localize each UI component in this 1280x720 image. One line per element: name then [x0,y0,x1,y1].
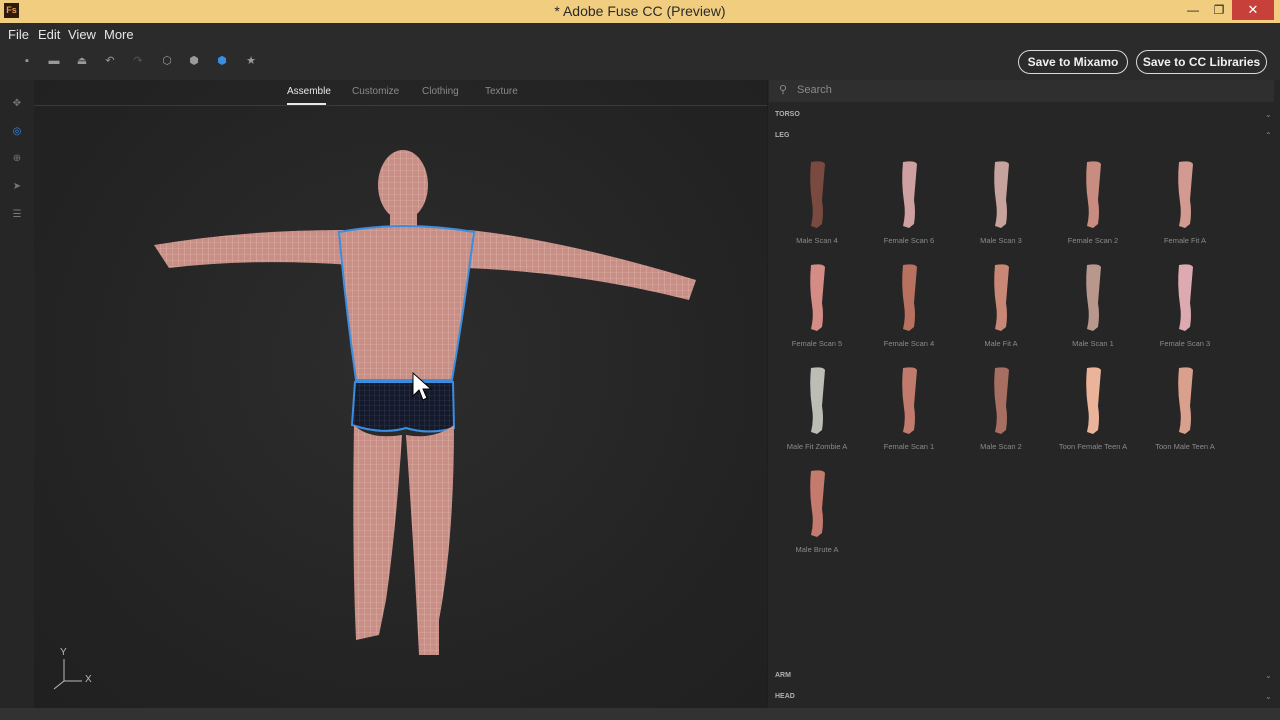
open-icon[interactable]: ▬ [47,54,61,68]
menu-edit[interactable]: Edit [38,27,60,42]
leg-item-label: Male Brute A [795,545,839,554]
leg-item-label: Male Fit A [984,339,1018,348]
leg-item-label: Female Scan 4 [883,339,935,348]
star-icon[interactable]: ★ [244,54,258,68]
leg-item[interactable]: Male Scan 1 [1048,261,1138,361]
leg-thumbnail [1178,367,1193,434]
tab-clothing[interactable]: Clothing [422,86,459,97]
search-bar[interactable]: ⚲ Search [769,80,1274,102]
align-icon[interactable]: ☰ [11,209,23,221]
tab-customize[interactable]: Customize [352,86,399,97]
undo-icon[interactable]: ↶ [103,54,117,68]
section-head[interactable]: HEAD [775,693,795,700]
leg-item[interactable]: Female Scan 4 [864,261,954,361]
close-button[interactable]: ✕ [1232,0,1274,20]
chevron-up-icon[interactable]: ⌃ [1265,131,1272,140]
leg-item-label: Toon Male Teen A [1155,442,1215,451]
menu-bar: File Edit View More [0,23,1280,46]
leg-thumbnail [810,470,825,537]
3d-viewport[interactable] [34,80,767,708]
leg-thumbnail [994,161,1009,228]
character-model [154,150,696,655]
search-input[interactable]: Search [797,84,832,96]
menu-file[interactable]: File [8,27,29,42]
leg-thumbnail [1086,264,1101,331]
search-icon: ⚲ [779,84,788,96]
title-bar: Fs * Adobe Fuse CC (Preview) — ❐ ✕ [0,0,1280,23]
export-icon[interactable]: ⏏ [75,54,89,68]
section-leg[interactable]: LEG [775,132,789,139]
leg-item[interactable]: Male Fit Zombie A [772,364,862,464]
cube-wire-icon[interactable]: ⬡ [160,54,174,68]
chevron-down-icon[interactable]: ⌄ [1265,110,1272,119]
leg-thumbnail [902,161,917,228]
section-arm[interactable]: ARM [775,672,791,679]
new-icon[interactable]: ▪ [20,54,34,68]
leg-thumbnail [902,264,917,331]
mode-tabs: Assemble Customize Clothing Texture [34,80,767,106]
leg-item-label: Female Scan 5 [791,339,843,348]
leg-item-label: Male Scan 3 [980,236,1022,245]
leg-thumbnail [902,367,917,434]
cube-active-icon[interactable]: ⬢ [215,54,229,68]
chevron-down-icon[interactable]: ⌄ [1265,692,1272,701]
leg-item-label: Male Scan 1 [1072,339,1114,348]
leg-item-label: Female Fit A [1163,236,1207,245]
mouse-cursor [412,372,432,401]
leg-thumbnail [994,367,1009,434]
menu-view[interactable]: View [68,27,96,42]
status-bar [0,708,1280,720]
leg-item[interactable]: Male Scan 3 [956,158,1046,258]
leg-thumbnail [1086,367,1101,434]
minimize-button[interactable]: — [1180,0,1206,20]
leg-item-label: Female Scan 3 [1159,339,1211,348]
leg-item[interactable]: Male Fit A [956,261,1046,361]
tab-texture[interactable]: Texture [485,86,518,97]
leg-thumbnail [1178,264,1193,331]
leg-item-label: Male Fit Zombie A [786,442,848,451]
move-icon[interactable]: ✥ [11,98,23,110]
save-to-cc-libraries-button[interactable]: Save to CC Libraries [1136,50,1267,74]
active-tab-underline [287,103,326,105]
left-tool-strip: ✥ ◎ ⊕ ➤ ☰ [0,80,34,708]
leg-item[interactable]: Female Scan 5 [772,261,862,361]
cube-solid-icon[interactable]: ⬢ [187,54,201,68]
leg-item[interactable]: Toon Female Teen A [1048,364,1138,464]
leg-item-label: Female Scan 6 [883,236,935,245]
target-icon[interactable]: ⊕ [11,153,23,165]
leg-item-label: Female Scan 2 [1067,236,1119,245]
leg-item[interactable]: Female Scan 2 [1048,158,1138,258]
leg-item[interactable]: Male Scan 4 [772,158,862,258]
leg-thumbnail [1178,161,1193,228]
leg-thumbnail [810,161,825,228]
tab-assemble[interactable]: Assemble [287,86,331,97]
leg-thumbnail [810,367,825,434]
leg-item-label: Toon Female Teen A [1058,442,1128,451]
redo-icon[interactable]: ↷ [131,54,145,68]
leg-item[interactable]: Male Scan 2 [956,364,1046,464]
leg-item[interactable]: Toon Male Teen A [1140,364,1230,464]
axis-y-label: Y [60,647,67,658]
leg-item-label: Male Scan 2 [980,442,1022,451]
leg-item-label: Male Scan 4 [796,236,838,245]
leg-item[interactable]: Female Scan 1 [864,364,954,464]
maximize-button[interactable]: ❐ [1206,0,1232,20]
leg-item-label: Female Scan 1 [883,442,935,451]
leg-thumbnail [1086,161,1101,228]
axis-x-label: X [85,674,92,685]
menu-more[interactable]: More [104,27,134,42]
axis-gizmo: Y X [50,645,100,695]
window-title: * Adobe Fuse CC (Preview) [554,3,726,19]
section-torso[interactable]: TORSO [775,111,800,118]
leg-thumbnail [810,264,825,331]
select-arrow-icon[interactable]: ➤ [11,181,23,193]
leg-item[interactable]: Male Brute A [772,467,862,567]
leg-item[interactable]: Female Scan 6 [864,158,954,258]
save-to-mixamo-button[interactable]: Save to Mixamo [1018,50,1128,74]
chevron-down-icon[interactable]: ⌄ [1265,671,1272,680]
leg-item[interactable]: Female Fit A [1140,158,1230,258]
orbit-icon[interactable]: ◎ [11,126,23,138]
leg-thumbnail [994,264,1009,331]
leg-item[interactable]: Female Scan 3 [1140,261,1230,361]
